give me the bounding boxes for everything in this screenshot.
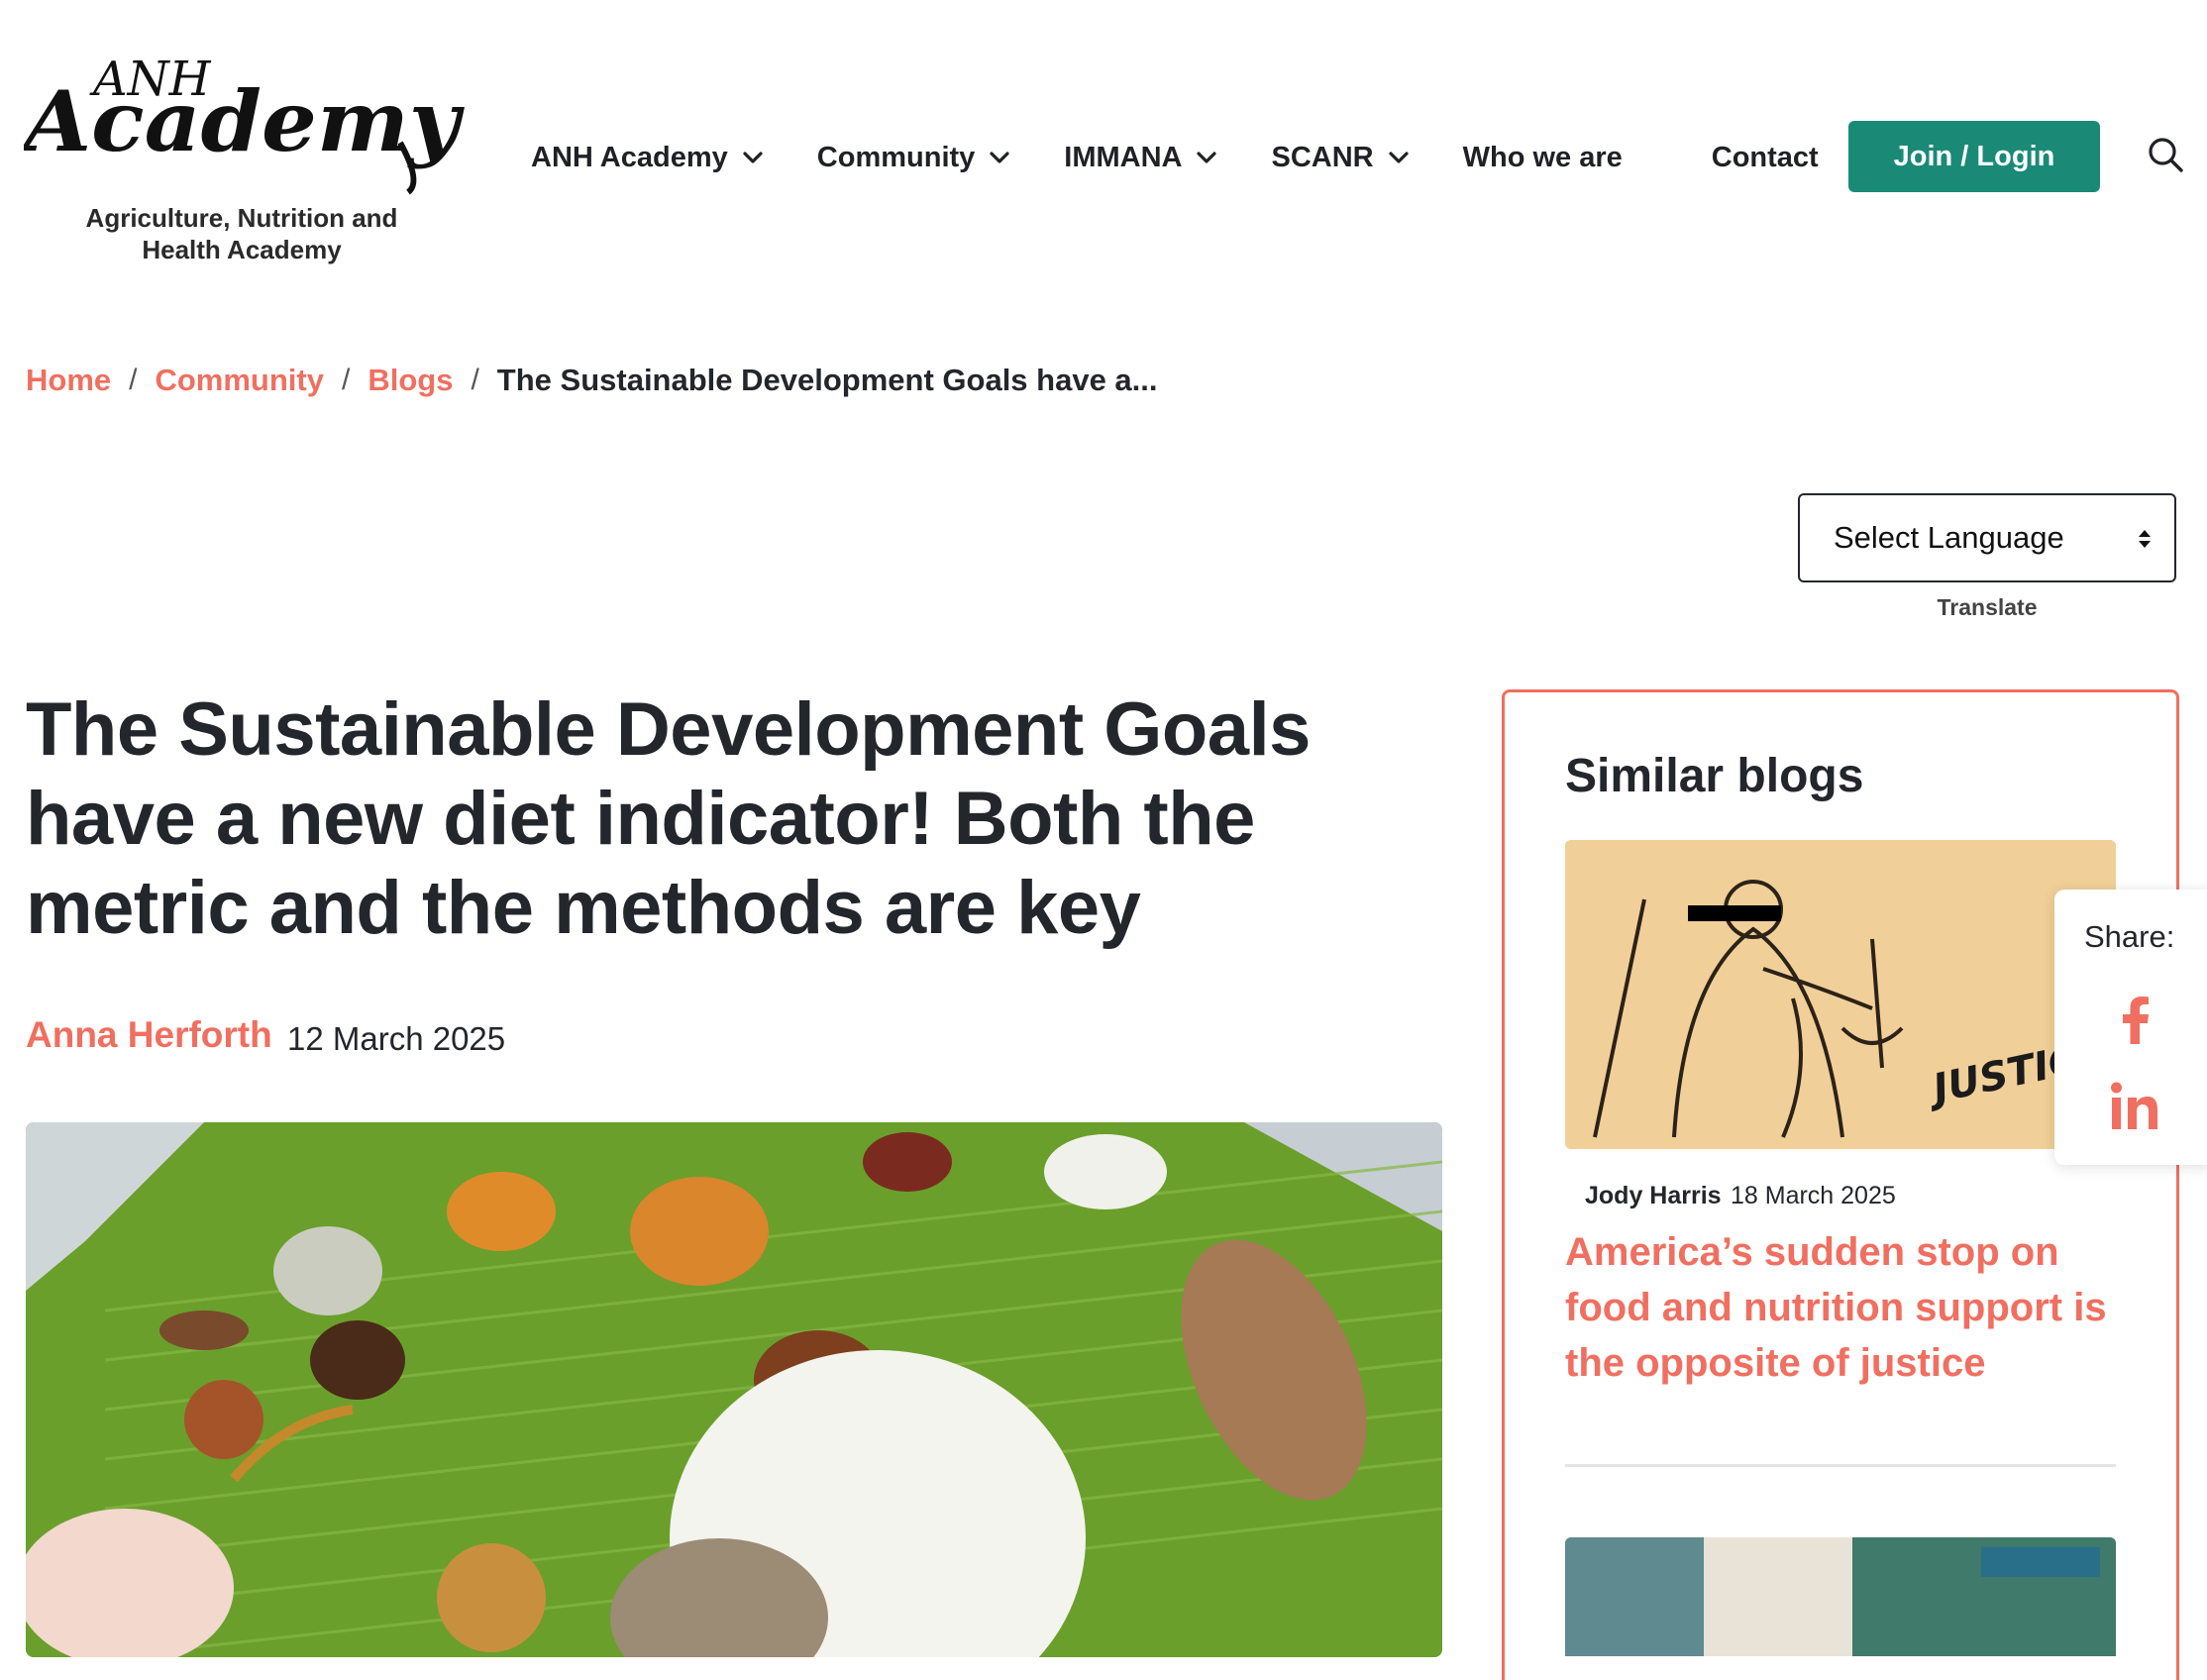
similar-blog-thumbnail-2[interactable] <box>1565 1537 2116 1656</box>
translate-caption: Translate <box>1937 594 2038 620</box>
article-author-link[interactable]: Anna Herforth <box>26 1014 272 1056</box>
article-hero-image <box>26 1122 1442 1657</box>
site-logo[interactable]: ANH Academy Agriculture, Nutrition and H… <box>24 44 470 271</box>
select-arrows-icon <box>2139 530 2151 548</box>
language-select-value: Select Language <box>1834 520 2064 555</box>
search-icon[interactable] <box>2146 135 2185 174</box>
similar-blog-author[interactable]: Jody Harris <box>1585 1182 1722 1210</box>
similar-blogs-heading: Similar blogs <box>1565 750 1864 802</box>
breadcrumb-separator: / <box>129 364 138 396</box>
language-select[interactable]: Select Language <box>1798 493 2176 582</box>
breadcrumb-current: The Sustainable Development Goals have a… <box>496 363 1158 397</box>
facebook-icon[interactable] <box>2118 997 2152 1044</box>
similar-blog-date: 18 March 2025 <box>1731 1182 1896 1209</box>
share-widget: Share: <box>2054 890 2207 1165</box>
chevron-down-icon <box>743 152 763 163</box>
breadcrumb-blogs[interactable]: Blogs <box>368 363 453 398</box>
breadcrumb: Home / Community / Blogs / The Sustainab… <box>26 363 1158 398</box>
nav-item-who-we-are[interactable]: Who we are <box>1463 142 1623 174</box>
breadcrumb-home[interactable]: Home <box>26 363 111 398</box>
breadcrumb-separator: / <box>341 364 351 396</box>
similar-blog-title-link[interactable]: America’s sudden stop on food and nutrit… <box>1565 1224 2136 1391</box>
linkedin-icon[interactable] <box>2110 1082 2159 1131</box>
breadcrumb-separator: / <box>471 364 479 396</box>
join-login-button[interactable]: Join / Login <box>1848 121 2100 192</box>
nav-item-contact[interactable]: Contact <box>1712 142 1819 174</box>
nav-item-scanr[interactable]: SCANR <box>1271 142 1411 174</box>
logo-subtitle: Agriculture, Nutrition and Health Academ… <box>85 203 398 264</box>
similar-blogs-divider <box>1565 1464 2116 1467</box>
main-nav: ANH Academy Community IMMANA SCANR Who w… <box>531 133 1870 182</box>
article-title: The Sustainable Development Goals have a… <box>26 687 1311 950</box>
chevron-down-icon <box>990 152 1009 163</box>
similar-blog-thumbnail[interactable]: JUSTICE FOR A <box>1565 840 2116 1149</box>
article-date: 12 March 2025 <box>287 1020 506 1057</box>
nav-item-anh-academy[interactable]: ANH Academy <box>531 142 766 174</box>
nav-item-immana[interactable]: IMMANA <box>1064 142 1219 174</box>
chevron-down-icon <box>1197 152 1217 163</box>
logo-wordmark: ANH Academy <box>24 52 465 195</box>
share-label: Share: <box>2084 919 2175 954</box>
svg-text:Academy: Academy <box>24 72 465 170</box>
breadcrumb-community[interactable]: Community <box>155 363 324 398</box>
nav-item-community[interactable]: Community <box>817 142 1013 174</box>
chevron-down-icon <box>1389 152 1409 163</box>
